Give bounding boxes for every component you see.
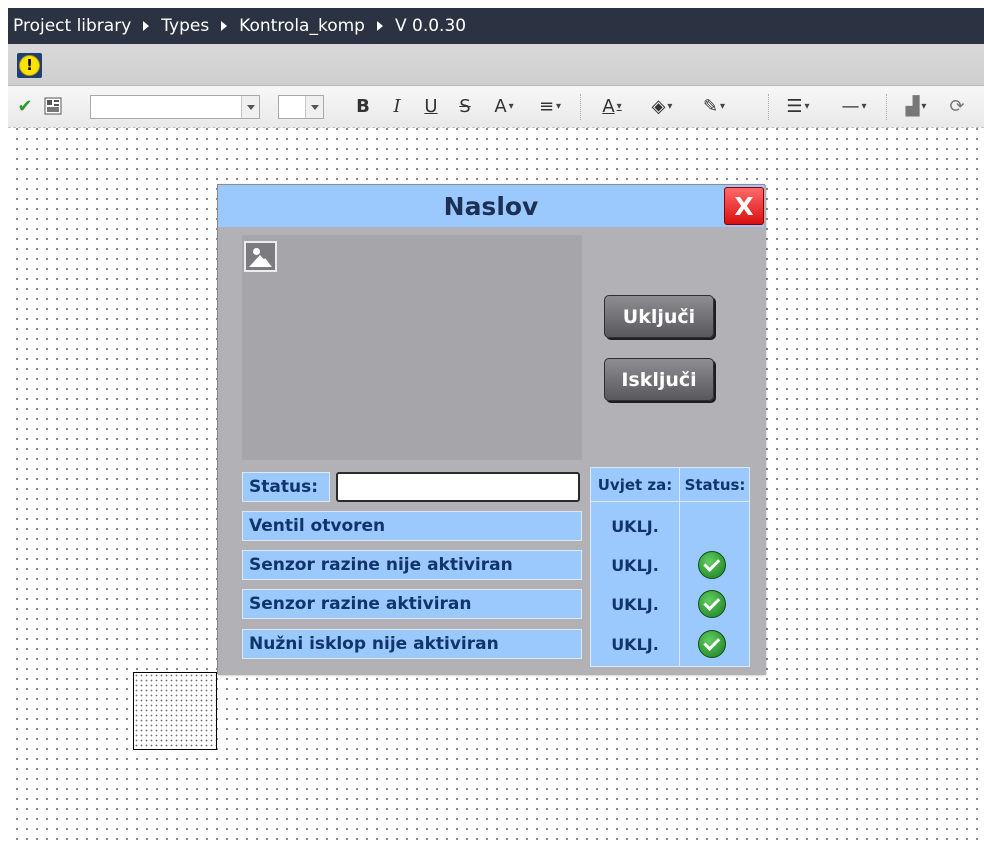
breadcrumb-item-types[interactable]: Types — [161, 16, 209, 36]
breadcrumb-item-version[interactable]: V 0.0.30 — [395, 16, 466, 36]
text-color-icon: A — [602, 95, 615, 117]
condition-label: Ventil otvoren — [242, 511, 582, 541]
table-header-condition: Uvjet za: — [597, 476, 673, 494]
image-icon — [244, 241, 277, 272]
status-label: Status: — [242, 472, 330, 502]
toolbar-divider — [768, 94, 769, 120]
dropdown-arrow-icon: ▾ — [508, 100, 514, 112]
dropdown-arrow-icon: ▾ — [556, 100, 562, 112]
line-color-button[interactable]: ✎ ▾ — [692, 92, 736, 120]
dropdown-arrow-icon: ▾ — [804, 100, 810, 112]
shadow-icon: ▟ — [905, 95, 920, 117]
condition-requirement: UKLJ. — [611, 634, 659, 654]
breadcrumb-item-project-library[interactable]: Project library — [13, 16, 131, 36]
breadcrumb-item-kontrola-komp[interactable]: Kontrola_komp — [239, 16, 365, 36]
line-style-button[interactable]: ☰ ▾ — [778, 92, 818, 120]
font-size-select[interactable] — [278, 95, 324, 119]
strikethrough-button[interactable]: S — [454, 92, 476, 120]
dropdown-arrow-icon: ▾ — [616, 100, 622, 112]
condition-label: Senzor razine aktiviran — [242, 589, 582, 619]
condition-table: Uvjet za: Status: UKLJ. UKLJ. UKLJ. UKLJ… — [590, 467, 750, 667]
switch-off-button[interactable]: Isključi — [604, 358, 714, 401]
image-placeholder[interactable] — [242, 235, 582, 460]
breadcrumb: Project library Types Kontrola_komp V 0.… — [8, 8, 984, 44]
chevron-right-icon — [376, 21, 383, 31]
rotate-icon: ⟳ — [949, 95, 965, 117]
line-color-icon: ✎ — [702, 95, 719, 117]
shadow-button[interactable]: ▟ ▾ — [896, 92, 936, 120]
bold-button[interactable]: B — [352, 92, 374, 120]
warning-bar: ! — [8, 44, 984, 86]
font-size-increase-button[interactable]: A ▾ — [484, 92, 524, 120]
rotate-button[interactable]: ⟳ — [942, 92, 972, 120]
condition-label: Nužni isklop nije aktiviran — [242, 629, 582, 659]
selection-placeholder[interactable] — [133, 672, 217, 750]
condition-requirement: UKLJ. — [611, 516, 659, 536]
font-family-select[interactable] — [90, 95, 260, 119]
font-size-icon: A — [494, 95, 507, 117]
fill-color-button[interactable]: ◈ ▾ — [640, 92, 684, 120]
format-toolbar: ✔ B I U S A ▾ ≡ ▾ A ▾ ◈ ▾ ✎ ▾ ☰ ▾ — ▾ ▟ ▾ ⟳ — [8, 86, 984, 128]
check-ok-icon — [698, 551, 726, 579]
condition-label: Senzor razine nije aktiviran — [242, 550, 582, 580]
condition-requirement: UKLJ. — [611, 594, 659, 614]
line-width-button[interactable]: — ▾ — [834, 92, 874, 120]
underline-button[interactable]: U — [420, 92, 442, 120]
faceplate-dialog[interactable]: Naslov X Uključi Isključi Status: Ventil… — [217, 184, 766, 675]
chevron-right-icon — [143, 21, 150, 31]
status-field[interactable] — [336, 472, 580, 502]
align-icon: ≡ — [538, 95, 555, 117]
chevron-down-icon[interactable] — [241, 96, 259, 118]
table-header-status: Status: — [684, 476, 746, 494]
line-width-icon: — — [841, 95, 860, 117]
condition-requirement: UKLJ. — [611, 555, 659, 575]
text-color-button[interactable]: A ▾ — [592, 92, 632, 120]
dropdown-arrow-icon: ▾ — [921, 100, 927, 112]
toolbar-divider — [886, 94, 887, 120]
dropdown-arrow-icon: ▾ — [720, 100, 726, 112]
checkmark-icon[interactable]: ✔ — [14, 92, 36, 120]
chevron-right-icon — [221, 21, 228, 31]
chevron-down-icon[interactable] — [305, 96, 323, 118]
italic-button[interactable]: I — [386, 92, 408, 120]
fill-color-icon: ◈ — [651, 95, 666, 117]
dropdown-arrow-icon: ▾ — [667, 100, 673, 112]
layout-icon[interactable] — [42, 92, 64, 120]
switch-on-button[interactable]: Uključi — [604, 295, 714, 338]
warning-icon[interactable]: ! — [17, 53, 42, 78]
close-button[interactable]: X — [724, 187, 764, 225]
line-style-icon: ☰ — [786, 95, 803, 117]
toolbar-divider — [580, 94, 581, 120]
check-ok-icon — [698, 630, 726, 658]
check-ok-icon — [698, 590, 726, 618]
dialog-title: Naslov — [218, 185, 764, 227]
dropdown-arrow-icon: ▾ — [861, 100, 867, 112]
align-button[interactable]: ≡ ▾ — [528, 92, 572, 120]
